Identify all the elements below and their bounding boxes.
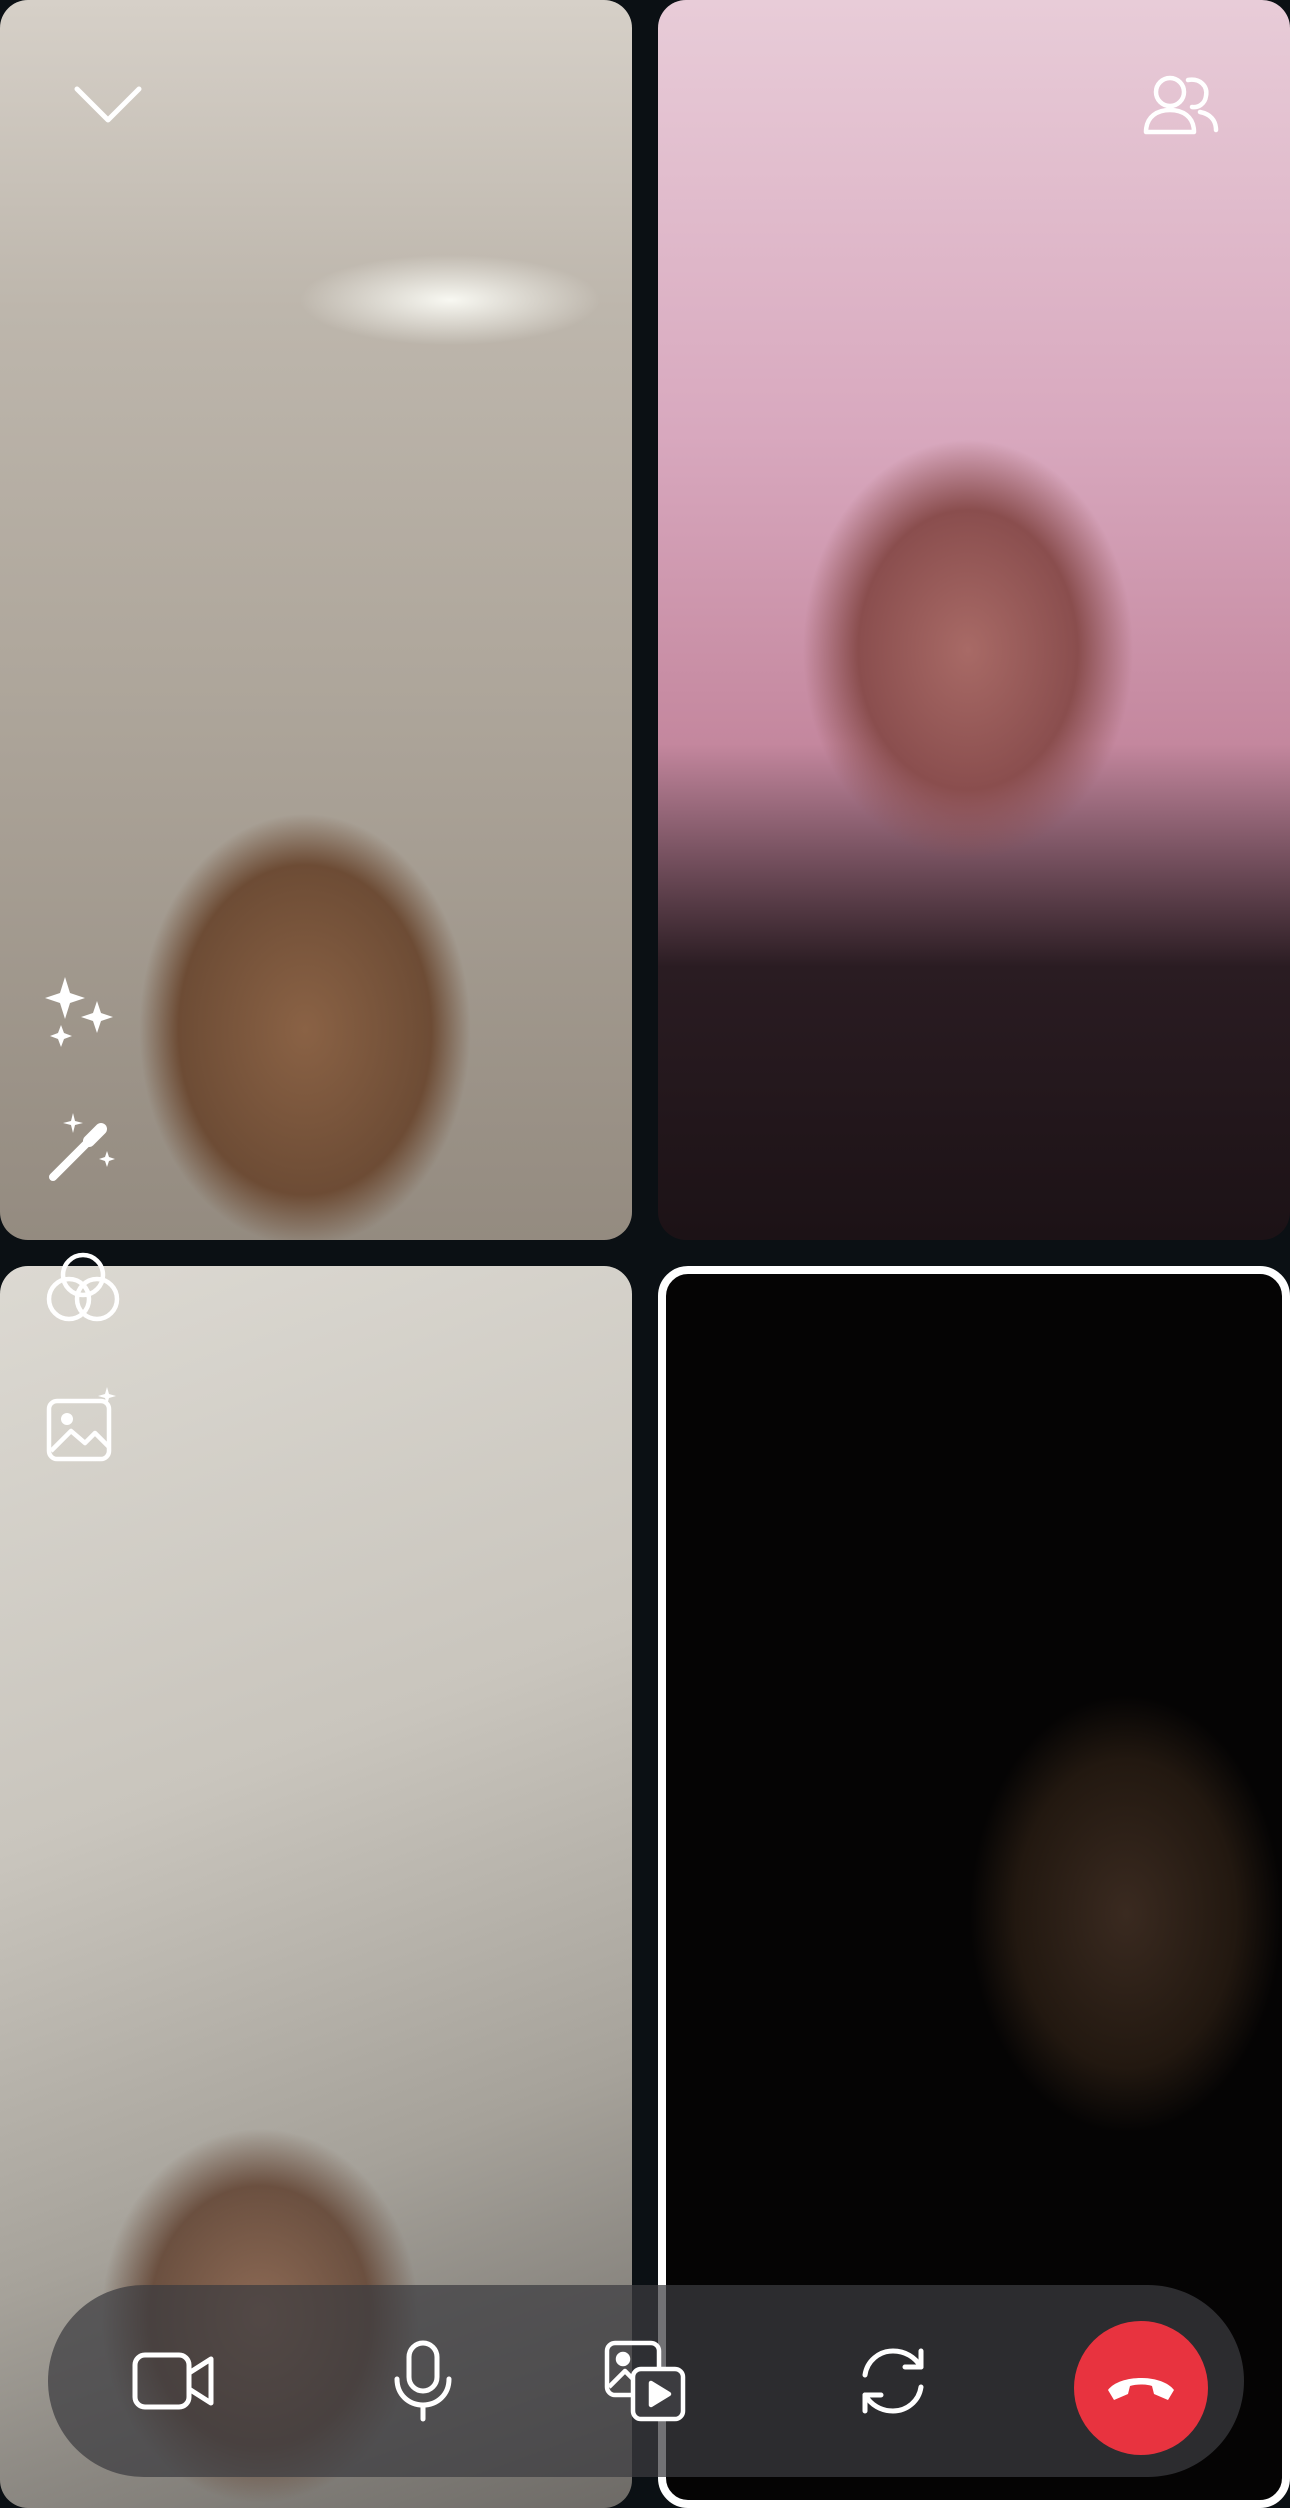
image-sparkle-icon[interactable]	[40, 1382, 126, 1468]
call-control-bar	[48, 2285, 1244, 2477]
end-call-button[interactable]	[1074, 2321, 1208, 2455]
end-call-icon	[1102, 2368, 1180, 2408]
magic-wand-icon[interactable]	[40, 1104, 126, 1190]
flip-camera-icon[interactable]	[818, 2285, 968, 2477]
sparkles-icon[interactable]	[40, 968, 126, 1054]
video-tile-top-left[interactable]	[0, 0, 632, 1240]
people-icon[interactable]	[1132, 64, 1228, 148]
video-tile-top-right[interactable]	[658, 0, 1290, 1240]
media-share-icon[interactable]	[570, 2285, 720, 2477]
video-camera-icon[interactable]	[98, 2285, 248, 2477]
microphone-icon[interactable]	[348, 2285, 498, 2477]
color-filter-icon[interactable]	[40, 1246, 126, 1332]
chevron-down-icon[interactable]	[60, 70, 156, 140]
